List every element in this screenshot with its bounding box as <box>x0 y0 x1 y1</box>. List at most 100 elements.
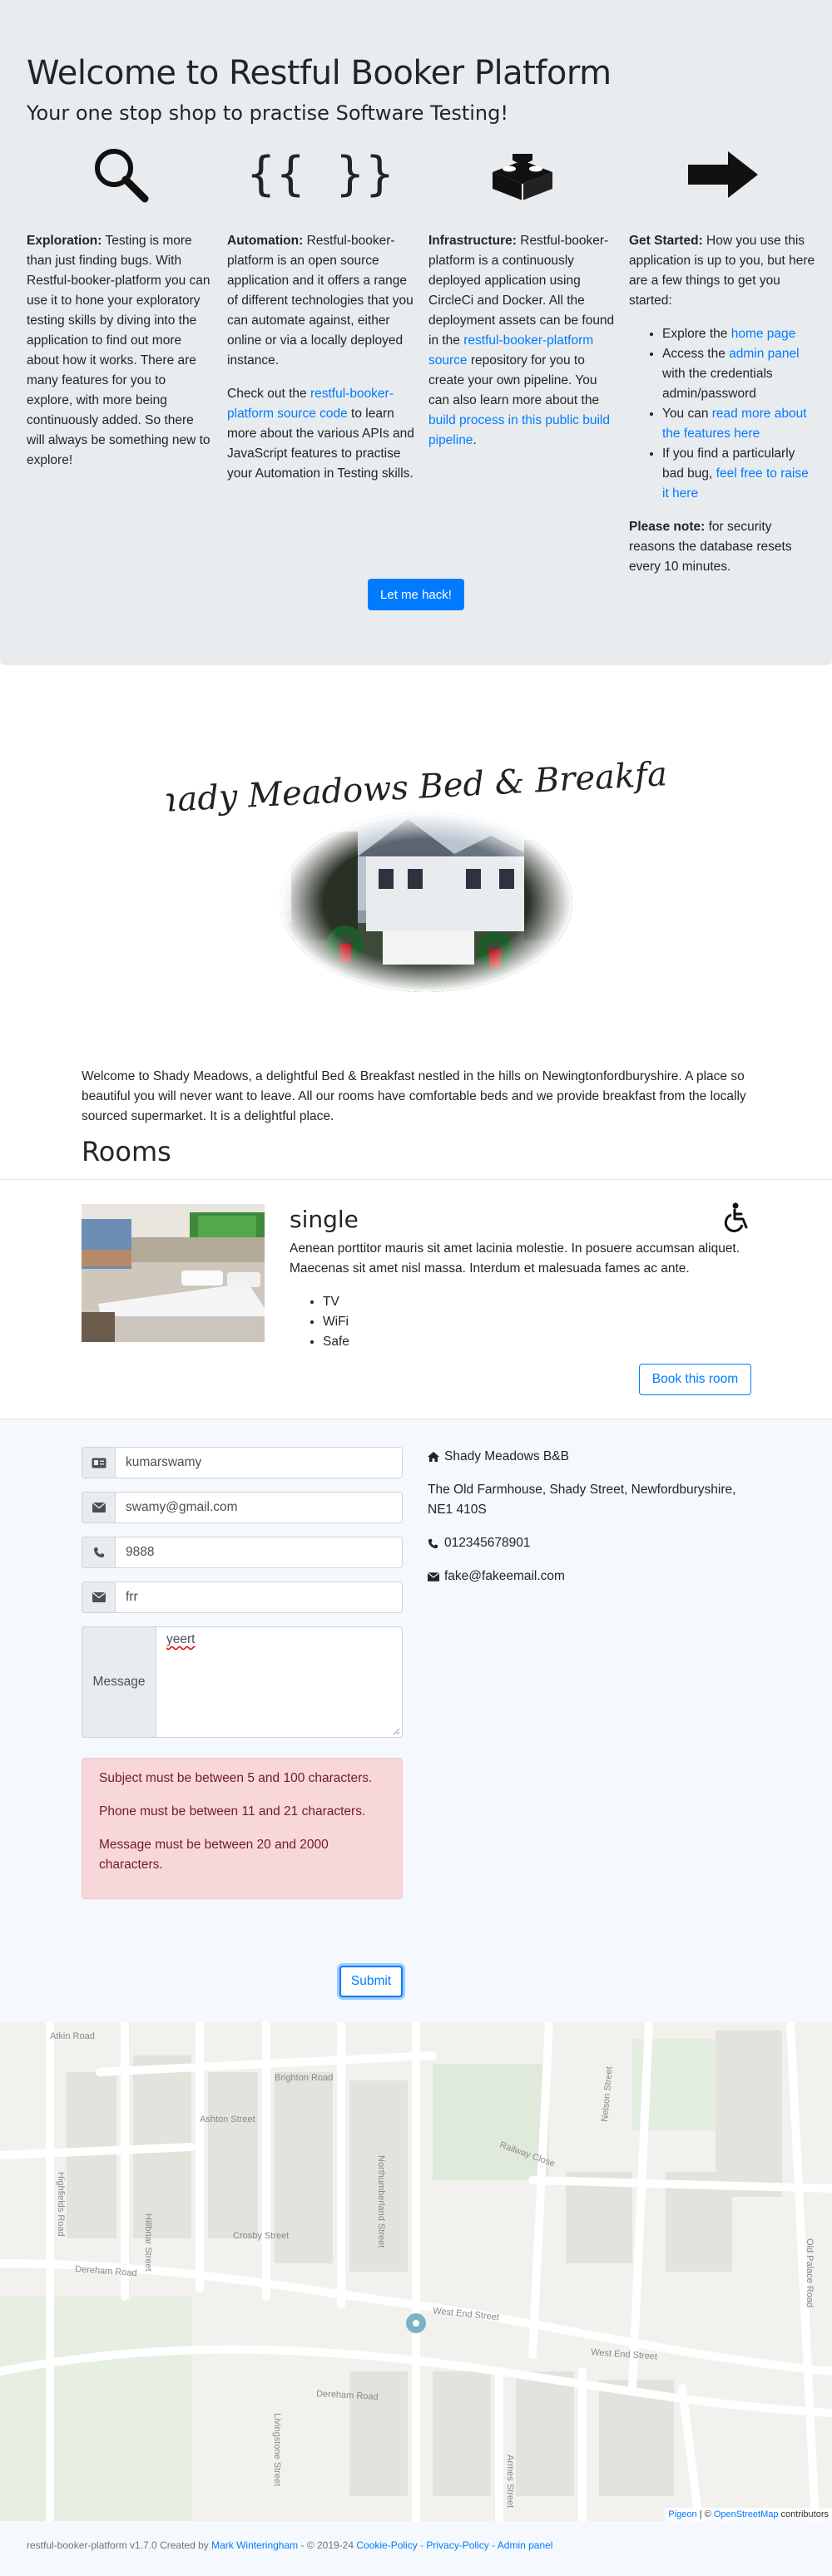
street-label: Armes Street <box>505 2455 515 2508</box>
feature-item: TV <box>323 1292 349 1312</box>
automation-text: Restful-booker-platform is an open sourc… <box>227 234 414 368</box>
footer-text: restful-booker-platform v1.7.0 Created b… <box>27 2539 552 2551</box>
attribution-after: contributors <box>778 2509 829 2519</box>
li1-text: Explore the <box>662 327 731 341</box>
infrastructure-heading: Infrastructure: <box>428 234 517 248</box>
message-label: Message <box>82 1626 156 1738</box>
rooms-heading: Rooms <box>82 1136 171 1167</box>
author-link[interactable]: Mark Winteringham <box>211 2539 298 2551</box>
room-description: Aenean porttitor mauris sit amet lacinia… <box>290 1241 740 1276</box>
infrastructure-end: . <box>473 433 477 447</box>
id-card-icon <box>82 1447 115 1478</box>
address-row: The Old Farmhouse, Shady Street, Newford… <box>428 1480 752 1520</box>
attribution-sep: | © <box>696 2509 714 2519</box>
get-started-list: Explore the home page Access the admin p… <box>662 324 817 504</box>
build-pipeline-link[interactable]: build process in this public build pipel… <box>428 413 610 447</box>
error-message: Message must be between 20 and 2000 char… <box>99 1838 329 1872</box>
footer-copyright: - © 2019-24 <box>298 2539 357 2551</box>
submit-button[interactable]: Submit <box>339 1966 403 1997</box>
hotel-description: Welcome to Shady Meadows, a delightful B… <box>82 1069 746 1123</box>
location-map[interactable]: Atkin Road Brighton Road Ashton Street H… <box>0 2022 832 2521</box>
get-started-heading: Get Started: <box>629 234 703 248</box>
list-item: Access the admin panel with the credenti… <box>662 344 817 404</box>
divider <box>0 1179 832 1180</box>
street-label: Crosby Street <box>233 2231 289 2241</box>
business-name-row: Shady Meadows B&B <box>428 1447 752 1467</box>
arrow-right-icon <box>629 141 817 208</box>
list-item: You can read more about the features her… <box>662 404 817 444</box>
admin-panel-footer-link[interactable]: Admin panel <box>498 2539 553 2551</box>
envelope-icon <box>82 1582 115 1613</box>
envelope-icon <box>82 1492 115 1523</box>
street-label: Livingstone Street <box>272 2413 282 2486</box>
let-me-hack-button[interactable]: Let me hack! <box>368 579 464 610</box>
note-heading: Please note: <box>629 520 706 534</box>
li2-after: with the credentials admin/password <box>662 367 773 401</box>
osm-link[interactable]: OpenStreetMap <box>714 2509 779 2519</box>
email-group: swamy@gmail.com <box>82 1492 403 1523</box>
footer-sep: - <box>417 2539 427 2551</box>
room-features: TV WiFi Safe <box>323 1292 349 1352</box>
li3-text: You can <box>662 407 712 421</box>
phone-input[interactable]: 9888 <box>115 1537 403 1568</box>
street-label: Hillbriar Street <box>143 2213 153 2272</box>
exploration-heading: Exploration: <box>27 234 102 248</box>
lego-brick-icon <box>428 141 617 208</box>
pigeon-link[interactable]: Pigeon <box>668 2509 696 2519</box>
home-icon <box>428 1447 441 1467</box>
intro-columns: Exploration: Testing is more than just f… <box>27 141 815 574</box>
cookie-policy-link[interactable]: Cookie-Policy <box>356 2539 417 2551</box>
phone-icon <box>82 1537 115 1568</box>
book-room-button[interactable]: Book this room <box>639 1364 751 1395</box>
footer-version: restful-booker-platform v1.7.0 Created b… <box>27 2539 212 2551</box>
page-subtitle: Your one stop shop to practise Software … <box>27 101 508 125</box>
page-title: Welcome to Restful Booker Platform <box>27 54 612 92</box>
street-label: Brighton Road <box>275 2073 333 2083</box>
map-attribution: Pigeon | © OpenStreetMap contributors <box>665 2508 832 2521</box>
infrastructure-text: Restful-booker-platform is a continuousl… <box>428 234 615 348</box>
hero-banner: Welcome to Restful Booker Platform Your … <box>0 0 832 665</box>
error-message: Subject must be between 5 and 100 charac… <box>99 1771 373 1785</box>
infrastructure-column: Infrastructure: Restful-booker-platform … <box>428 141 617 464</box>
street-label: Highfields Road <box>56 2172 66 2237</box>
footer-sep: - <box>488 2539 498 2551</box>
resize-handle-icon[interactable] <box>392 1727 400 1735</box>
automation-heading: Automation: <box>227 234 304 248</box>
feature-item: Safe <box>323 1332 349 1352</box>
automation-column: {{ }} Automation: Restful-booker-platfor… <box>227 141 415 497</box>
subject-input[interactable]: frr <box>115 1582 403 1613</box>
hotel-logo: Shady Meadows Bed & Breakfast <box>132 732 699 998</box>
business-email: fake@fakeemail.com <box>444 1569 565 1583</box>
list-item: Explore the home page <box>662 324 817 344</box>
error-alert: Subject must be between 5 and 100 charac… <box>82 1758 403 1899</box>
footer: restful-booker-platform v1.7.0 Created b… <box>0 2521 832 2576</box>
phone-row: 012345678901 <box>428 1533 752 1553</box>
list-item: If you find a particularly bad bug, feel… <box>662 444 817 504</box>
contact-details: Shady Meadows B&B The Old Farmhouse, Sha… <box>428 1447 752 1600</box>
home-page-link[interactable]: home page <box>731 327 796 341</box>
street-label: Old Palace Road <box>805 2238 815 2307</box>
hotel-logo-text: Shady Meadows Bed & Breakfast <box>166 753 666 822</box>
feature-item: WiFi <box>323 1312 349 1332</box>
room-image <box>82 1204 265 1342</box>
phone-icon <box>428 1533 441 1553</box>
business-phone: 012345678901 <box>444 1536 531 1550</box>
privacy-policy-link[interactable]: Privacy-Policy <box>426 2539 488 2551</box>
braces-icon: {{ }} <box>227 141 415 208</box>
message-group: Message yeert <box>82 1626 403 1738</box>
room-title: single <box>290 1206 359 1233</box>
message-textarea[interactable]: yeert <box>156 1626 403 1738</box>
envelope-icon <box>428 1567 441 1587</box>
exploration-text: Testing is more than just finding bugs. … <box>27 234 210 467</box>
map-pin-icon[interactable] <box>406 2313 426 2333</box>
braces-glyph: {{ }} <box>246 147 396 201</box>
error-message: Phone must be between 11 and 21 characte… <box>99 1804 366 1818</box>
phone-group: 9888 <box>82 1537 403 1568</box>
email-input[interactable]: swamy@gmail.com <box>115 1492 403 1523</box>
exploration-column: Exploration: Testing is more than just f… <box>27 141 215 484</box>
name-input[interactable]: kumarswamy <box>115 1447 403 1478</box>
magnifier-icon <box>27 141 215 208</box>
email-row: fake@fakeemail.com <box>428 1567 752 1587</box>
street-label: Ashton Street <box>200 2115 255 2124</box>
admin-panel-link[interactable]: admin panel <box>729 347 799 361</box>
